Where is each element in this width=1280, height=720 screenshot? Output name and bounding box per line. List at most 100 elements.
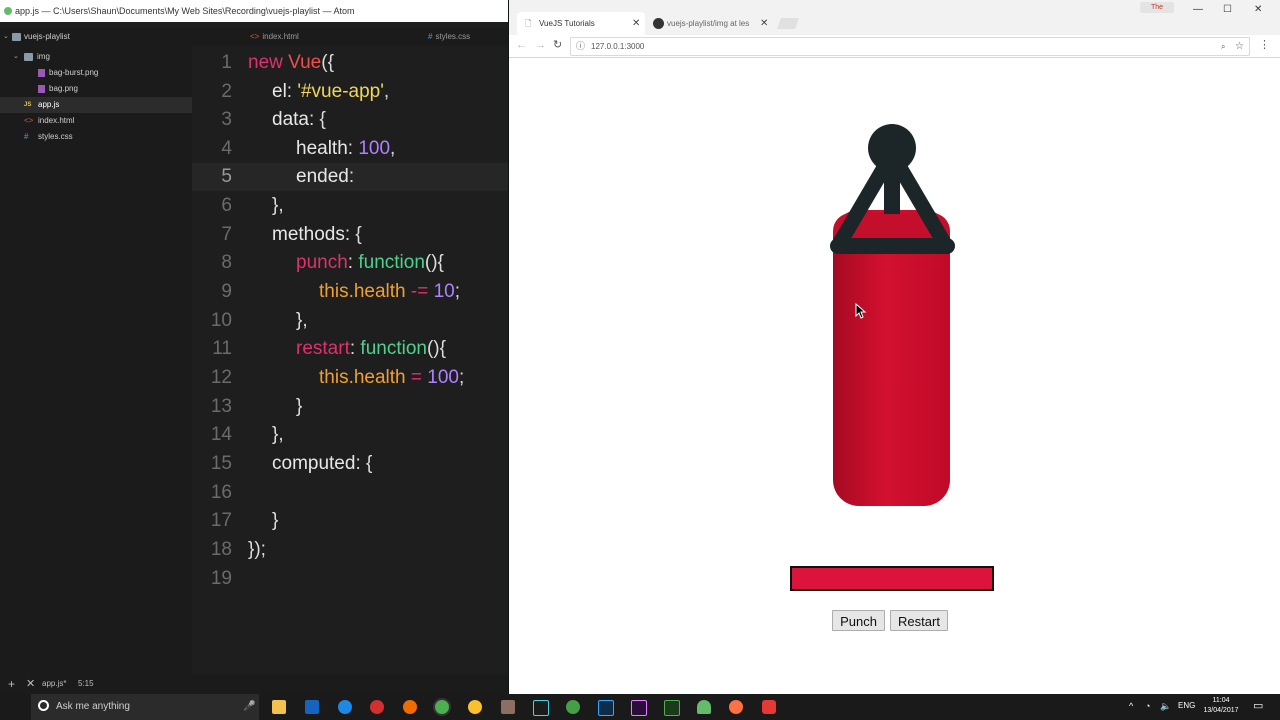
language-indicator[interactable]: ENG xyxy=(1178,700,1195,712)
html-file-icon: <> xyxy=(250,32,260,41)
line-number: 17 xyxy=(210,510,232,531)
outlook-icon[interactable] xyxy=(305,700,319,714)
folder-icon xyxy=(12,33,21,41)
tree-folder-img[interactable]: ⌄ img xyxy=(0,49,192,65)
chrome-canary-icon[interactable] xyxy=(468,700,482,714)
line-number: 19 xyxy=(210,568,232,589)
folder-icon xyxy=(24,53,33,61)
js-file-icon: JS xyxy=(24,102,32,108)
reload-icon[interactable]: ↻ xyxy=(553,38,562,52)
atom-app-icon xyxy=(4,7,12,15)
console-icon[interactable] xyxy=(533,700,549,716)
address-bar[interactable]: ⓘ 127.0.0.1:3000 ⌕ ☆ xyxy=(570,37,1250,56)
notifications-icon[interactable]: ▭ xyxy=(1253,700,1263,712)
code-token: this.health xyxy=(319,367,406,388)
tab-styles-css[interactable]: # styles.css xyxy=(428,28,470,46)
app-icon[interactable] xyxy=(501,700,515,714)
chevron-down-icon: ⌄ xyxy=(13,53,19,60)
restart-button[interactable]: Restart xyxy=(890,610,948,631)
mouse-cursor-icon xyxy=(855,303,867,319)
system-clock[interactable]: 11:04 13/04/2017 xyxy=(1198,696,1244,716)
file-explorer-icon[interactable] xyxy=(272,700,286,714)
maximize-icon[interactable]: ☐ xyxy=(1223,4,1232,15)
tab-title: vuejs-playlist/img at les xyxy=(667,19,750,28)
tree-folder-label: img xyxy=(37,52,50,61)
atom-icon[interactable] xyxy=(566,700,580,714)
menu-icon[interactable]: ⋮ xyxy=(1259,38,1270,52)
url-text: 127.0.0.1:3000 xyxy=(591,42,645,51)
dreamweaver-icon[interactable] xyxy=(664,700,680,716)
code-token: : { xyxy=(344,224,362,245)
recorder-icon[interactable] xyxy=(762,700,776,714)
health-bar xyxy=(790,566,994,591)
volume-icon[interactable]: 🔈 xyxy=(1160,700,1171,712)
bag-collar xyxy=(830,238,955,254)
bookmark-star-icon[interactable]: ☆ xyxy=(1235,38,1244,55)
code-token: 100 xyxy=(427,367,459,388)
start-button[interactable] xyxy=(8,700,22,714)
minimize-icon[interactable]: — xyxy=(1193,4,1203,15)
firefox-icon[interactable] xyxy=(403,700,417,714)
new-tab-button[interactable] xyxy=(776,18,800,29)
close-tab-icon[interactable]: ✕ xyxy=(632,12,640,35)
code-token: ; xyxy=(454,281,461,302)
tree-file-app-js[interactable]: JS app.js xyxy=(0,97,192,113)
code-line: new Vue({ xyxy=(248,52,334,74)
code-token: : { xyxy=(355,453,373,474)
network-icon[interactable]: ◔ xyxy=(1145,700,1150,712)
opera-icon[interactable] xyxy=(370,700,384,714)
forward-arrow-icon[interactable]: → xyxy=(535,38,546,52)
microphone-icon[interactable]: 🎤 xyxy=(243,694,255,720)
close-window-icon[interactable]: ✕ xyxy=(1254,4,1262,15)
tree-file-bag-burst[interactable]: bag-burst.png xyxy=(0,65,192,81)
info-icon[interactable]: ⓘ xyxy=(576,38,585,55)
premiere-icon[interactable] xyxy=(631,700,647,716)
code-token: el xyxy=(272,81,287,102)
close-tab-icon[interactable]: ✕ xyxy=(760,12,768,35)
back-arrow-icon[interactable]: ← xyxy=(516,38,527,52)
tree-file-label: index.html xyxy=(38,116,75,125)
punching-bag[interactable] xyxy=(820,118,965,510)
close-icon[interactable]: ✕ xyxy=(26,674,35,694)
code-token: : xyxy=(347,252,359,273)
tree-file-styles-css[interactable]: # styles.css xyxy=(0,129,192,145)
code-token: : xyxy=(347,138,359,159)
health-bar-fill xyxy=(792,568,992,589)
chevron-down-icon: ⌄ xyxy=(3,33,9,40)
code-token: this.health xyxy=(319,281,406,302)
code-line: ended: xyxy=(296,166,354,188)
chevron-up-icon[interactable]: ^ xyxy=(1129,700,1133,712)
edge-icon[interactable] xyxy=(338,700,352,714)
add-icon[interactable]: + xyxy=(8,674,15,694)
chrome-icon[interactable] xyxy=(435,700,449,714)
atom-status-bar: + ✕ app.js* 5:15 xyxy=(0,674,508,694)
code-line: }, xyxy=(272,424,284,445)
code-token: new xyxy=(248,52,283,73)
app-icon[interactable] xyxy=(729,700,743,714)
code-line: }, xyxy=(296,310,308,331)
zoom-icon[interactable]: ⌕ xyxy=(1221,38,1225,55)
code-token: '#vue-app' xyxy=(297,81,384,102)
cortana-search-box[interactable]: Ask me anything 🎤 xyxy=(31,694,259,720)
photoshop-icon[interactable] xyxy=(598,700,614,716)
app-icon[interactable] xyxy=(697,700,711,714)
punch-button[interactable]: Punch xyxy=(832,610,885,631)
code-token: ended xyxy=(296,166,349,187)
profile-button[interactable]: The xyxy=(1140,2,1174,13)
status-cursor-position[interactable]: 5:15 xyxy=(78,674,94,694)
status-file-name[interactable]: app.js* xyxy=(42,674,66,694)
tab-index-html[interactable]: <> index.html xyxy=(250,28,299,46)
page-icon: 🗋 xyxy=(525,19,532,28)
tree-root-folder[interactable]: ⌄ vuejs-playlist xyxy=(0,29,192,45)
atom-title-bar: app.js — C:\Users\Shaun\Documents\My Web… xyxy=(0,0,508,22)
code-line: computed: { xyxy=(272,453,372,475)
atom-window-title: app.js — C:\Users\Shaun\Documents\My Web… xyxy=(15,6,355,16)
tree-file-index-html[interactable]: <> index.html xyxy=(0,113,192,129)
line-number: 4 xyxy=(221,138,232,159)
line-number: 16 xyxy=(210,482,232,503)
tab-vuejs-tutorials[interactable]: 🗋 VueJS Tutorials ✕ xyxy=(517,12,645,35)
tab-github[interactable]: vuejs-playlist/img at les ✕ xyxy=(649,12,773,35)
image-file-icon xyxy=(38,85,45,93)
line-number: 5 xyxy=(221,166,232,187)
tree-file-bag[interactable]: bag.png xyxy=(0,81,192,97)
